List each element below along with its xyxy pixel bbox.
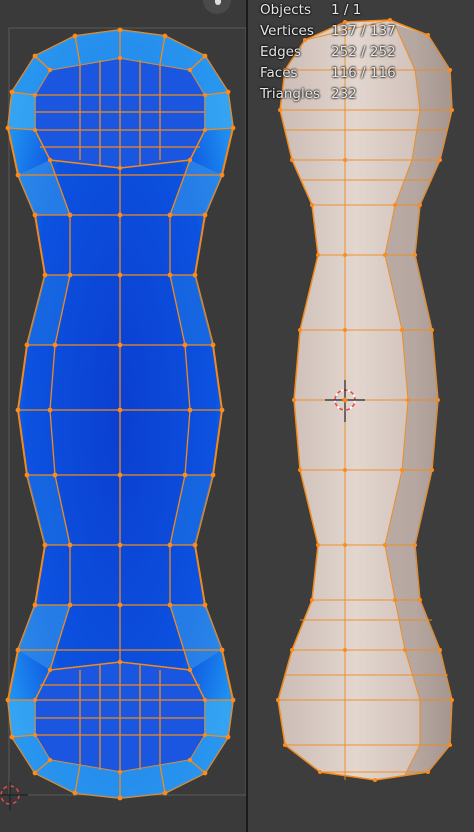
stat-label: Faces — [260, 65, 298, 81]
stat-row-edges: Edges 252 / 252 — [260, 42, 396, 63]
viewport-canvas[interactable] — [248, 0, 474, 832]
stat-row-faces: Faces 116 / 116 — [260, 63, 396, 84]
stat-value: 252 / 252 — [331, 44, 396, 60]
uv-canvas[interactable] — [0, 0, 246, 832]
stat-value: 116 / 116 — [331, 65, 396, 81]
stat-label: Objects — [260, 2, 312, 18]
stat-label: Edges — [260, 44, 302, 60]
2d-cursor-icon[interactable] — [0, 782, 28, 810]
uv-editor-panel[interactable] — [0, 0, 246, 832]
3d-viewport-panel[interactable] — [248, 0, 474, 832]
stat-label: Vertices — [260, 23, 314, 39]
stat-value: 232 — [331, 86, 357, 102]
stat-row-triangles: Triangles 232 — [260, 84, 396, 105]
stat-row-objects: Objects 1 / 1 — [260, 0, 396, 21]
stat-row-vertices: Vertices 137 / 137 — [260, 21, 396, 42]
stat-value: 137 / 137 — [331, 23, 396, 39]
stat-label: Triangles — [260, 86, 321, 102]
stat-value: 1 / 1 — [331, 2, 362, 18]
viewport-statistics-overlay: Objects 1 / 1 Vertices 137 / 137 Edges 2… — [260, 0, 396, 105]
